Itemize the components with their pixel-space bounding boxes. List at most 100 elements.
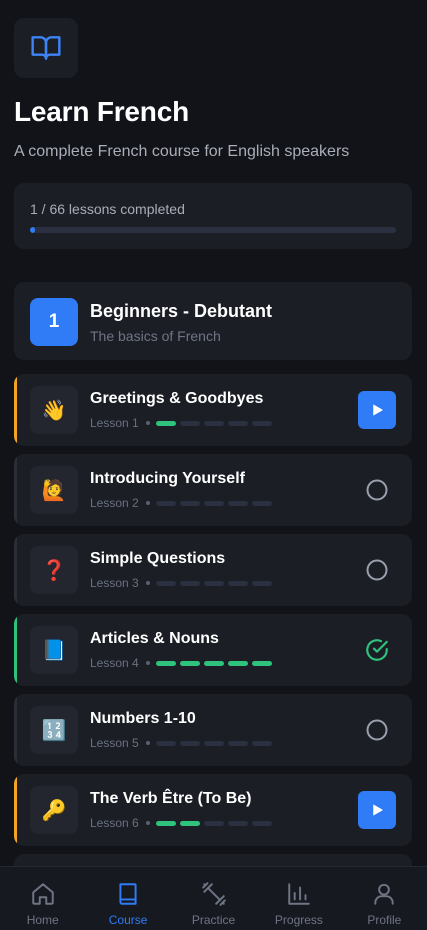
play-icon [368, 401, 386, 419]
lesson-emoji-icon: 🔑 [30, 786, 78, 834]
lesson-status-accent [14, 534, 17, 606]
lesson-card[interactable]: 👋 Greetings & Goodbyes Lesson 1 [14, 374, 412, 446]
lesson-status-accent [14, 774, 17, 846]
nav-label: Practice [191, 913, 236, 927]
lesson-progress-segment [227, 740, 248, 746]
lesson-progress-segment [155, 500, 176, 506]
play-icon [368, 801, 386, 819]
lesson-emoji-icon: 👋 [30, 386, 78, 434]
separator-dot [145, 741, 150, 745]
not-started-status [358, 471, 396, 509]
circle-icon [365, 478, 389, 502]
level-card[interactable]: 1 Beginners - Debutant The basics of Fre… [14, 282, 412, 360]
lesson-progress-segment [251, 740, 272, 746]
lesson-progress-segment [203, 660, 224, 666]
not-started-status [358, 711, 396, 749]
lesson-progress-segment [179, 420, 200, 426]
lesson-progress-segment [179, 580, 200, 586]
lesson-number: Lesson 2 [90, 496, 139, 510]
lesson-meta: Lesson 1 [90, 416, 276, 430]
separator-dot [145, 821, 150, 825]
lesson-title: Greetings & Goodbyes [90, 390, 264, 407]
lesson-status-accent [14, 454, 17, 526]
circle-icon [365, 558, 389, 582]
not-started-status [358, 551, 396, 589]
page-subtitle: A complete French course for English spe… [14, 143, 350, 160]
nav-label: Home [26, 913, 59, 927]
lesson-progress-segment [203, 580, 224, 586]
nav-item-practice[interactable]: Practice [171, 867, 256, 930]
lesson-progress-segment [251, 580, 272, 586]
lesson-progress-segment [251, 500, 272, 506]
lesson-progress-segment [155, 820, 176, 826]
play-button[interactable] [358, 791, 396, 829]
lesson-progress-segment [251, 660, 272, 666]
lesson-number: Lesson 5 [90, 736, 139, 750]
lesson-number: Lesson 6 [90, 816, 139, 830]
app-logo [14, 18, 78, 78]
lesson-progress-segment [203, 420, 224, 426]
lesson-title: Introducing Yourself [90, 470, 245, 487]
nav-item-home[interactable]: Home [0, 867, 85, 930]
level-number-badge: 1 [30, 298, 78, 346]
play-button[interactable] [358, 391, 396, 429]
level-description: The basics of French [90, 328, 221, 344]
dumbbell-icon [201, 881, 227, 907]
separator-dot [145, 501, 150, 505]
lesson-card[interactable]: 🔢 Numbers 1-10 Lesson 5 [14, 694, 412, 766]
lesson-meta: Lesson 2 [90, 496, 276, 510]
lesson-status-accent [14, 694, 17, 766]
lesson-progress-segment [179, 660, 200, 666]
lesson-card[interactable]: 🙋 Introducing Yourself Lesson 2 [14, 454, 412, 526]
progress-text: 1 / 66 lessons completed [30, 201, 185, 217]
separator-dot [145, 421, 150, 425]
user-icon [371, 881, 397, 907]
circle-icon [365, 718, 389, 742]
lesson-progress-segment [203, 740, 224, 746]
lesson-meta: Lesson 6 [90, 816, 276, 830]
lesson-progress-segment [203, 500, 224, 506]
check-circle-icon [364, 637, 390, 663]
lesson-progress-segment [227, 420, 248, 426]
lesson-card[interactable]: 📘 Articles & Nouns Lesson 4 [14, 614, 412, 686]
lesson-title: Simple Questions [90, 550, 226, 567]
nav-label: Progress [274, 913, 323, 927]
level-title: Beginners - Debutant [90, 301, 273, 321]
lesson-number: Lesson 3 [90, 576, 139, 590]
lesson-meta: Lesson 4 [90, 656, 276, 670]
lesson-title: Articles & Nouns [90, 630, 219, 647]
nav-label: Course [108, 913, 148, 927]
lesson-progress-segment [155, 420, 176, 426]
lesson-card[interactable]: ❓ Simple Questions Lesson 3 [14, 534, 412, 606]
page-title: Learn French [14, 96, 189, 127]
progress-bar [30, 227, 396, 233]
bottom-nav: Home Course Practice Progress Profile [0, 866, 427, 930]
course-progress-card: 1 / 66 lessons completed [14, 183, 412, 249]
lesson-meta: Lesson 5 [90, 736, 276, 750]
lesson-number: Lesson 1 [90, 416, 139, 430]
lesson-progress-segment [227, 500, 248, 506]
lesson-card[interactable]: 🔑 The Verb Être (To Be) Lesson 6 [14, 774, 412, 846]
nav-item-course[interactable]: Course [85, 867, 170, 930]
nav-item-profile[interactable]: Profile [342, 867, 427, 930]
lesson-progress-segment [155, 740, 176, 746]
lesson-title: The Verb Être (To Be) [90, 790, 252, 807]
lesson-number: Lesson 4 [90, 656, 139, 670]
lesson-emoji-icon: 📘 [30, 626, 78, 674]
book-icon [115, 881, 141, 907]
lesson-meta: Lesson 3 [90, 576, 276, 590]
lesson-status-accent [14, 374, 17, 446]
lesson-list: 👋 Greetings & Goodbyes Lesson 1 🙋 Introducin… [14, 374, 412, 854]
lesson-emoji-icon: 🙋 [30, 466, 78, 514]
nav-item-progress[interactable]: Progress [256, 867, 341, 930]
lesson-progress-segment [251, 420, 272, 426]
lesson-progress-segment [203, 820, 224, 826]
lesson-progress-segment [227, 820, 248, 826]
lesson-emoji-icon: ❓ [30, 546, 78, 594]
lesson-progress-segment [179, 820, 200, 826]
progress-bar-fill [30, 227, 36, 233]
lesson-progress-segment [155, 580, 176, 586]
lesson-title: Numbers 1-10 [90, 710, 196, 727]
completed-status [358, 631, 396, 669]
lesson-progress-segment [179, 740, 200, 746]
